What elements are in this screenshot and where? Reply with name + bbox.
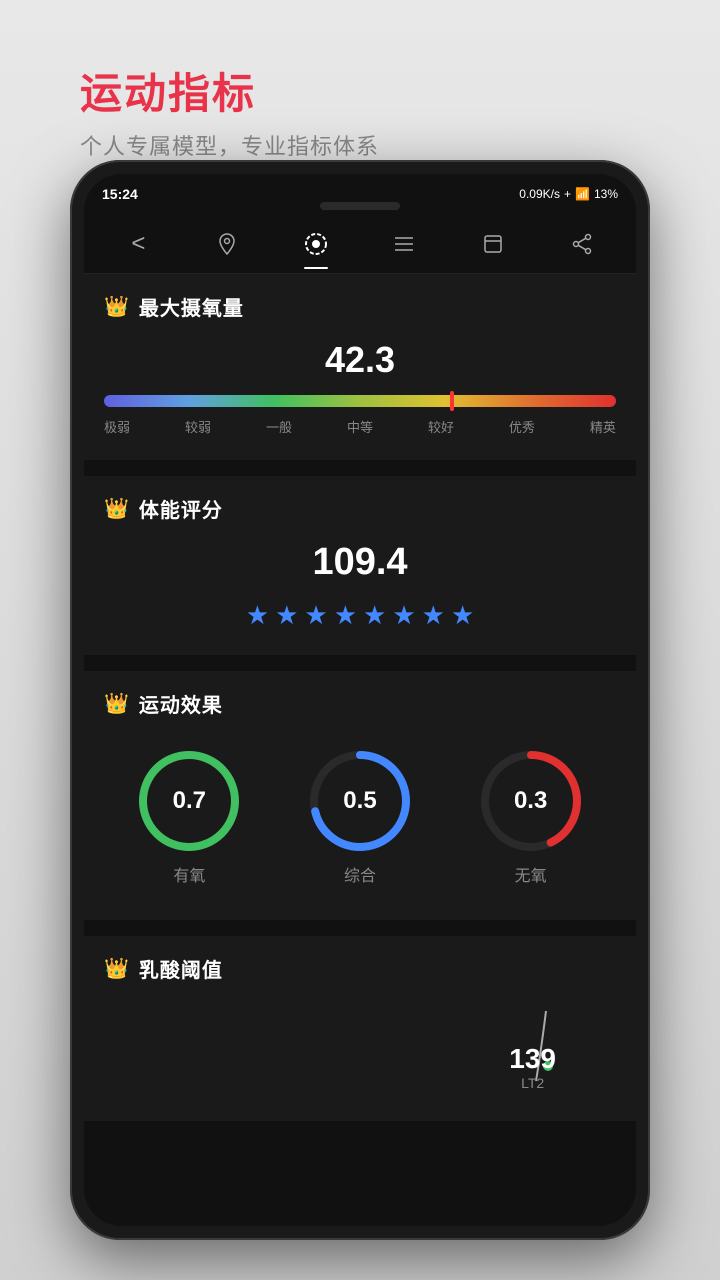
lactate-value: 139 LT2 (509, 1043, 556, 1091)
label-yiban: 一般 (266, 417, 292, 436)
star-6: ★ (392, 600, 415, 631)
star-3: ★ (304, 600, 327, 631)
aerobic-gauge: 0.7 (134, 746, 244, 856)
combined-circle-item: 0.5 综合 (305, 746, 415, 886)
status-right: 0.09K/s + 📶 13% (519, 187, 618, 201)
vo2max-section: 👑 最大摄氧量 42.3 极弱 较弱 一般 中等 较好 优秀 精英 (84, 274, 636, 460)
search-icon[interactable] (449, 214, 538, 273)
crown-icon-fitness: 👑 (104, 496, 129, 521)
crown-icon-effect: 👑 (104, 691, 129, 716)
list-icon[interactable] (360, 214, 449, 273)
separator-3 (84, 928, 636, 936)
label-jiaoruo: 较弱 (185, 417, 211, 436)
map-icon[interactable] (183, 214, 272, 273)
content-area[interactable]: 👑 最大摄氧量 42.3 极弱 较弱 一般 中等 较好 优秀 精英 (84, 274, 636, 1226)
fitness-label: 体能评分 (139, 494, 223, 523)
exercise-effect-section: 👑 运动效果 0.7 有氧 (84, 671, 636, 920)
rainbow-marker (450, 391, 454, 411)
star-5: ★ (363, 600, 386, 631)
lactate-chart: 139 LT2 (104, 1001, 616, 1101)
page-subtitle: 个人专属模型，专业指标体系 (80, 129, 379, 161)
lactate-section: 👑 乳酸阈值 139 LT2 (84, 936, 636, 1121)
lactate-title: 👑 乳酸阈值 (104, 954, 616, 983)
aerobic-circle-item: 0.7 有氧 (134, 746, 244, 886)
phone-frame: 15:24 0.09K/s + 📶 13% < (70, 160, 650, 1240)
aerobic-label: 有氧 (173, 862, 205, 886)
fitness-score-value: 109.4 (104, 541, 616, 584)
phone-inner: 15:24 0.09K/s + 📶 13% < (84, 174, 636, 1226)
fitness-section: 👑 体能评分 109.4 ★ ★ ★ ★ ★ ★ ★ ★ (84, 476, 636, 655)
status-time: 15:24 (102, 186, 138, 202)
fitness-title: 👑 体能评分 (104, 494, 616, 523)
anaerobic-gauge: 0.3 (476, 746, 586, 856)
separator-1 (84, 468, 636, 476)
aerobic-value: 0.7 (173, 787, 206, 815)
combined-gauge: 0.5 (305, 746, 415, 856)
combined-value: 0.5 (343, 787, 376, 815)
label-zhongdeng: 中等 (347, 417, 373, 436)
share-icon[interactable] (537, 214, 626, 273)
label-jingying: 精英 (590, 417, 616, 436)
page-title: 运动指标 (80, 60, 379, 121)
bluetooth-icon: + (564, 187, 571, 201)
star-1: ★ (246, 600, 269, 631)
crown-icon-lactate: 👑 (104, 956, 129, 981)
separator-2 (84, 663, 636, 671)
anaerobic-value: 0.3 (514, 787, 547, 815)
star-8: ★ (451, 600, 474, 631)
vo2max-title: 👑 最大摄氧量 (104, 292, 616, 321)
battery: 13% (594, 187, 618, 201)
effect-circles: 0.7 有氧 0.5 综合 (104, 736, 616, 896)
lactate-label: 乳酸阈值 (139, 954, 223, 983)
exercise-effect-title: 👑 运动效果 (104, 689, 616, 718)
star-2: ★ (275, 600, 298, 631)
label-youxiu: 优秀 (509, 417, 535, 436)
rainbow-bar (104, 395, 616, 407)
vo2max-label: 最大摄氧量 (139, 292, 244, 321)
label-jiruo: 极弱 (104, 417, 130, 436)
nav-bar: < (84, 214, 636, 274)
stars-row: ★ ★ ★ ★ ★ ★ ★ ★ (104, 600, 616, 631)
rainbow-labels: 极弱 较弱 一般 中等 较好 优秀 精英 (104, 417, 616, 436)
combined-label: 综合 (344, 862, 376, 886)
phone-speaker (320, 202, 400, 210)
lactate-type-label: LT2 (509, 1075, 556, 1091)
anaerobic-label: 无氧 (515, 862, 547, 886)
activity-icon[interactable] (271, 214, 360, 273)
back-button[interactable]: < (94, 214, 183, 273)
star-4: ★ (334, 600, 357, 631)
lactate-number: 139 (509, 1043, 556, 1075)
wifi-icon: 📶 (575, 187, 590, 201)
anaerobic-circle-item: 0.3 无氧 (476, 746, 586, 886)
star-7: ★ (422, 600, 445, 631)
network-speed: 0.09K/s (519, 187, 560, 201)
page-header: 运动指标 个人专属模型，专业指标体系 (80, 60, 379, 161)
vo2max-value: 42.3 (104, 339, 616, 381)
exercise-effect-label: 运动效果 (139, 689, 223, 718)
label-jiaohao: 较好 (428, 417, 454, 436)
crown-icon-vo2max: 👑 (104, 294, 129, 319)
